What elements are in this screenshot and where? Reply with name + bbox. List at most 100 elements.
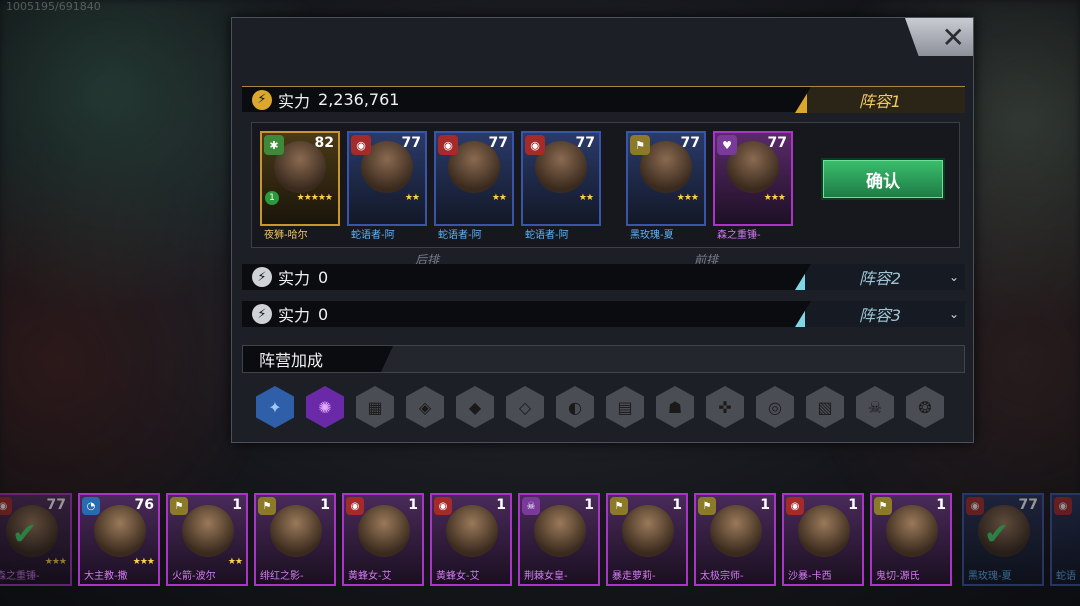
lineup-tab-2[interactable]: 阵容2: [795, 264, 965, 290]
hero-name: 森之重锤-: [0, 571, 40, 582]
hero-portrait: [886, 505, 938, 557]
hero-name: 鬼切-源氏: [876, 571, 920, 582]
hero-portrait: [534, 505, 586, 557]
faction-icon: ⚑: [630, 135, 650, 155]
hero-name: 太极宗师-: [700, 571, 744, 582]
faction-icon[interactable]: ▦: [356, 386, 394, 428]
power-icon: ⚡: [252, 89, 272, 110]
hero-level: 1: [584, 497, 594, 513]
star-rating: ★★★★★: [296, 193, 333, 203]
hero-level: 1: [232, 497, 242, 513]
lineup-1-header[interactable]: ⚡ 实力 2,236,761 阵容1: [242, 86, 965, 113]
hero-name: 暴走萝莉-: [612, 571, 656, 582]
hero-name: 火箭-波尔: [172, 571, 216, 582]
faction-icon: ♥: [717, 135, 737, 155]
faction-icon: ◉: [346, 497, 364, 515]
faction-icon: ◉: [525, 135, 545, 155]
hero-slot-4[interactable]: ◉ 77 ★★: [521, 131, 601, 226]
hero-level: 77: [46, 497, 66, 513]
lineup-3-header[interactable]: ⚡ 实力 0 阵容3 ⌄: [242, 301, 965, 327]
roster-hero-card[interactable]: ◉ 77 ✔ 黑玫瑰-夏: [962, 493, 1044, 586]
hero-name: 蛇语者-阿: [351, 230, 395, 241]
lineup-2-header[interactable]: ⚡ 实力 0 阵容2 ⌄: [242, 264, 965, 290]
roster-hero-card[interactable]: ◉ 1 黄蜂女-艾: [430, 493, 512, 586]
hero-name: 大主教-撒: [84, 571, 128, 582]
faction-icon[interactable]: ◆: [456, 386, 494, 428]
power-value: 0: [318, 304, 329, 324]
roster-hero-card[interactable]: ◉ 1 黄蜂女-艾: [342, 493, 424, 586]
faction-icon[interactable]: ▤: [606, 386, 644, 428]
hero-slot-6[interactable]: ♥ 77 ★★★: [713, 131, 793, 226]
roster-hero-card[interactable]: ⚑ 1 ★★ 火箭-波尔: [166, 493, 248, 586]
spiral-faction-icon[interactable]: ◎: [756, 386, 794, 428]
wolf-faction-icon[interactable]: ✦: [256, 386, 294, 428]
faction-icon: ◉: [438, 135, 458, 155]
hero-level: 1: [672, 497, 682, 513]
roster-hero-card[interactable]: ⚑ 1 暴走萝莉-: [606, 493, 688, 586]
star-rating: ★★: [491, 193, 507, 203]
hero-roster: ◉ 77 ★★★ ✔ 森之重锤- ◔ 76 ★★★ 大主教-撒 ⚑ 1 ★★ 火…: [0, 493, 1080, 593]
lineup-tab-3[interactable]: 阵容3: [795, 301, 965, 327]
faction-icon: ⚑: [170, 497, 188, 515]
power-label: 实力: [278, 269, 311, 288]
hero-level: 82: [314, 135, 334, 151]
hero-name: 黑玫瑰-夏: [968, 571, 1012, 582]
faction-bonus-label: 阵营加成: [243, 346, 393, 372]
roster-hero-card[interactable]: ◉ 1 沙暴-卡西: [782, 493, 864, 586]
faction-icon: ⚑: [258, 497, 276, 515]
hero-name: 荆棘女皇-: [524, 571, 568, 582]
faction-icon[interactable]: ☗: [656, 386, 694, 428]
hero-slot-3[interactable]: ◉ 77 ★★: [434, 131, 514, 226]
hero-name: 绯红之影-: [260, 571, 304, 582]
faction-icon[interactable]: ◐: [556, 386, 594, 428]
hero-slot-2[interactable]: ◉ 77 ★★: [347, 131, 427, 226]
skull-faction-icon: ☠: [522, 497, 540, 515]
faction-icon[interactable]: ✜: [706, 386, 744, 428]
roster-hero-card[interactable]: ⚑ 1 太极宗师-: [694, 493, 776, 586]
hero-name: 黑玫瑰-夏: [630, 230, 674, 241]
star-rating: ★★★: [676, 193, 699, 203]
hero-name: 黄蜂女-艾: [436, 571, 480, 582]
hero-level: 1: [760, 497, 770, 513]
faction-icon: ◉: [786, 497, 804, 515]
hero-level: 77: [1018, 497, 1038, 513]
hero-slot-1[interactable]: ✱ 82 1 ★★★★★: [260, 131, 340, 226]
roster-hero-card[interactable]: ☠ 1 荆棘女皇-: [518, 493, 600, 586]
lineup-1-formation: ✱ 82 1 ★★★★★ 夜狮-哈尔 ◉ 77 ★★ 蛇语者-阿 ◉ 77 ★★…: [251, 122, 960, 267]
hero-level: 77: [680, 135, 700, 151]
hero-portrait: [710, 505, 762, 557]
close-button[interactable]: ✕: [905, 18, 973, 56]
faction-icon[interactable]: ▧: [806, 386, 844, 428]
faction-icon[interactable]: ❂: [906, 386, 944, 428]
faction-icon: ⚑: [874, 497, 892, 515]
star-rating: ★★★: [763, 193, 786, 203]
faction-icon: ◔: [82, 497, 100, 515]
faction-icon[interactable]: ◈: [406, 386, 444, 428]
lineup-modal: ✕ ⚡ 实力 2,236,761 阵容1 ✱ 82 1 ★★★★★ 夜狮-哈尔 …: [231, 17, 974, 443]
hero-level: 1: [320, 497, 330, 513]
hero-name: 森之重锤-: [717, 230, 761, 241]
chevron-down-icon[interactable]: ⌄: [949, 270, 959, 284]
lotus-faction-icon[interactable]: ✺: [306, 386, 344, 428]
faction-icon: ⚑: [698, 497, 716, 515]
power-value: 2,236,761: [318, 90, 400, 109]
chevron-down-icon[interactable]: ⌄: [949, 307, 959, 321]
hero-level: 76: [134, 497, 154, 513]
faction-icon: ✱: [264, 135, 284, 155]
roster-hero-card-partial[interactable]: ◉ 蛇语: [1050, 493, 1080, 586]
confirm-button[interactable]: 确认: [821, 158, 945, 200]
power-icon: ⚡: [252, 267, 272, 287]
faction-icon[interactable]: ◇: [506, 386, 544, 428]
power-icon: ⚡: [252, 304, 272, 324]
hero-level: 1: [936, 497, 946, 513]
roster-hero-card[interactable]: ⚑ 1 鬼切-源氏: [870, 493, 952, 586]
hero-slot-5[interactable]: ⚑ 77 ★★★: [626, 131, 706, 226]
faction-icon[interactable]: ☠: [856, 386, 894, 428]
hero-portrait: [182, 505, 234, 557]
roster-hero-card[interactable]: ◔ 76 ★★★ 大主教-撒: [78, 493, 160, 586]
hero-portrait: [270, 505, 322, 557]
roster-hero-card[interactable]: ⚑ 1 绯红之影-: [254, 493, 336, 586]
lineup-tab-1[interactable]: 阵容1: [795, 87, 965, 113]
hero-level: 1: [408, 497, 418, 513]
roster-hero-card[interactable]: ◉ 77 ★★★ ✔ 森之重锤-: [0, 493, 72, 586]
